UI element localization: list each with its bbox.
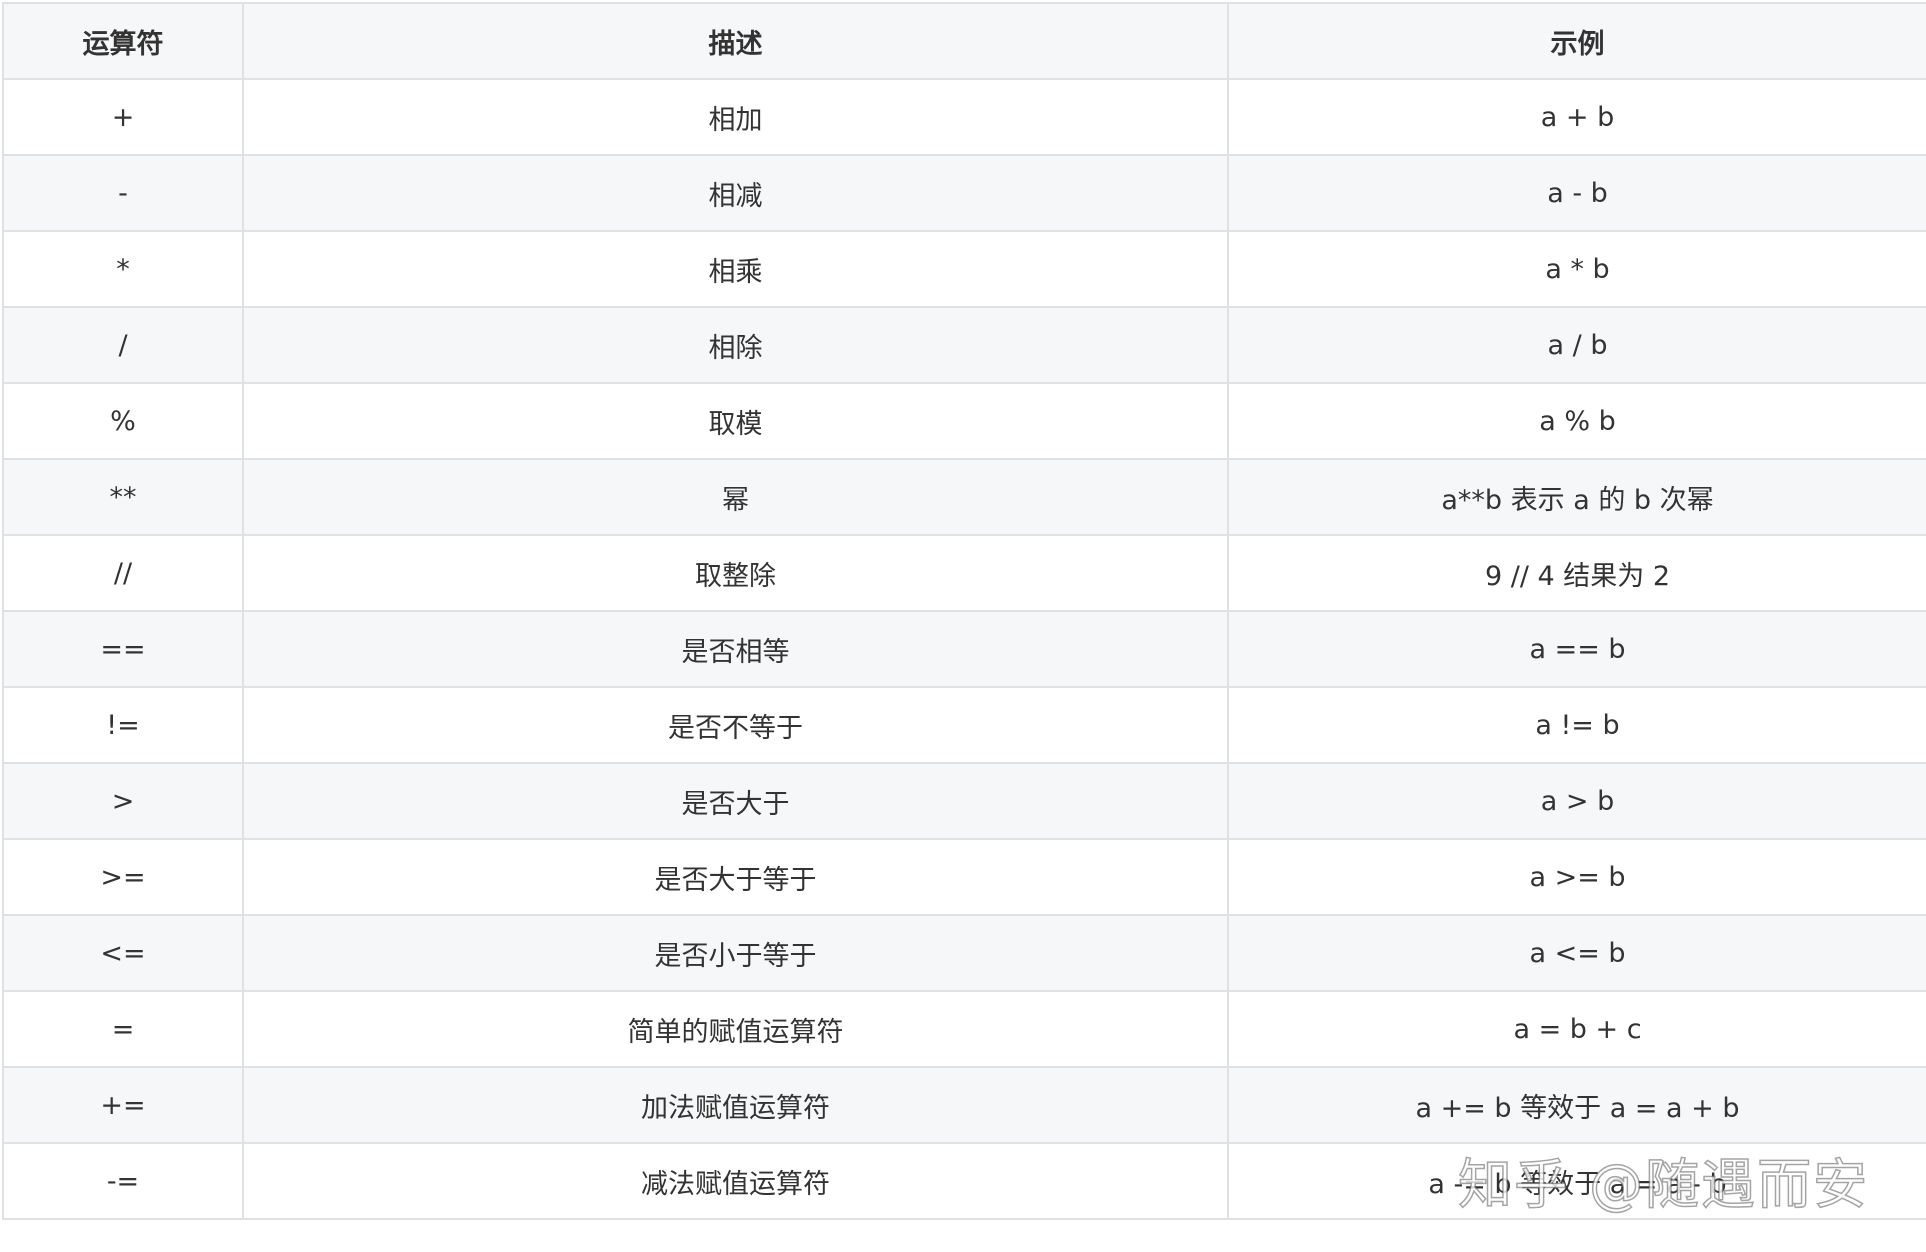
table-row: ** 幂 a**b 表示 a 的 b 次幂 xyxy=(2,458,1926,536)
operator-cell: != xyxy=(2,686,244,764)
example-cell: a > b xyxy=(1227,762,1926,840)
description-cell: 是否小于等于 xyxy=(242,914,1229,992)
header-description: 描述 xyxy=(242,2,1229,80)
description-cell: 相除 xyxy=(242,306,1229,384)
table-row: % 取模 a % b xyxy=(2,382,1926,460)
operator-cell: // xyxy=(2,534,244,612)
description-cell: 相减 xyxy=(242,154,1229,232)
table-row: = 简单的赋值运算符 a = b + c xyxy=(2,990,1926,1068)
table-row: != 是否不等于 a != b xyxy=(2,686,1926,764)
operator-cell: - xyxy=(2,154,244,232)
example-cell: a * b xyxy=(1227,230,1926,308)
operator-cell: -= xyxy=(2,1142,244,1220)
operator-cell: <= xyxy=(2,914,244,992)
operator-cell: + xyxy=(2,78,244,156)
description-cell: 是否大于等于 xyxy=(242,838,1229,916)
operator-cell: > xyxy=(2,762,244,840)
operator-cell: / xyxy=(2,306,244,384)
table-row: == 是否相等 a == b xyxy=(2,610,1926,688)
operator-cell: >= xyxy=(2,838,244,916)
description-cell: 是否相等 xyxy=(242,610,1229,688)
table-header-row: 运算符 描述 示例 xyxy=(2,2,1926,80)
table-row: - 相减 a - b xyxy=(2,154,1926,232)
header-example: 示例 xyxy=(1227,2,1926,80)
example-cell: a -= b 等效于 a = a - b xyxy=(1227,1142,1926,1220)
description-cell: 幂 xyxy=(242,458,1229,536)
example-cell: a**b 表示 a 的 b 次幂 xyxy=(1227,458,1926,536)
operator-cell: % xyxy=(2,382,244,460)
example-cell: a / b xyxy=(1227,306,1926,384)
table-row: += 加法赋值运算符 a += b 等效于 a = a + b xyxy=(2,1066,1926,1144)
description-cell: 取模 xyxy=(242,382,1229,460)
description-cell: 是否大于 xyxy=(242,762,1229,840)
table-row: * 相乘 a * b xyxy=(2,230,1926,308)
example-cell: a == b xyxy=(1227,610,1926,688)
description-cell: 相加 xyxy=(242,78,1229,156)
description-cell: 简单的赋值运算符 xyxy=(242,990,1229,1068)
description-cell: 减法赋值运算符 xyxy=(242,1142,1229,1220)
example-cell: a >= b xyxy=(1227,838,1926,916)
table-row: >= 是否大于等于 a >= b xyxy=(2,838,1926,916)
example-cell: a % b xyxy=(1227,382,1926,460)
table-row: / 相除 a / b xyxy=(2,306,1926,384)
table-row: > 是否大于 a > b xyxy=(2,762,1926,840)
example-cell: a <= b xyxy=(1227,914,1926,992)
table-row: <= 是否小于等于 a <= b xyxy=(2,914,1926,992)
example-cell: 9 // 4 结果为 2 xyxy=(1227,534,1926,612)
example-cell: a + b xyxy=(1227,78,1926,156)
header-operator: 运算符 xyxy=(2,2,244,80)
example-cell: a += b 等效于 a = a + b xyxy=(1227,1066,1926,1144)
table-row: + 相加 a + b xyxy=(2,78,1926,156)
operator-table: 运算符 描述 示例 + 相加 a + b - 相减 a - b * 相乘 a * b / 相除 a /… xyxy=(2,2,1926,1220)
description-cell: 加法赋值运算符 xyxy=(242,1066,1229,1144)
example-cell: a != b xyxy=(1227,686,1926,764)
table-row: -= 减法赋值运算符 a -= b 等效于 a = a - b xyxy=(2,1142,1926,1220)
description-cell: 相乘 xyxy=(242,230,1229,308)
description-cell: 取整除 xyxy=(242,534,1229,612)
operator-table-container: 运算符 描述 示例 + 相加 a + b - 相减 a - b * 相乘 a * b / 相除 a /… xyxy=(2,2,1926,1220)
operator-cell: == xyxy=(2,610,244,688)
operator-cell: += xyxy=(2,1066,244,1144)
operator-cell: = xyxy=(2,990,244,1068)
table-row: //取整除 9 // 4 结果为 2 xyxy=(2,534,1926,612)
operator-cell: * xyxy=(2,230,244,308)
example-cell: a - b xyxy=(1227,154,1926,232)
description-cell: 是否不等于 xyxy=(242,686,1229,764)
table-body: + 相加 a + b - 相减 a - b * 相乘 a * b / 相除 a / b% 取模 a % b… xyxy=(2,78,1926,1220)
operator-cell: ** xyxy=(2,458,244,536)
example-cell: a = b + c xyxy=(1227,990,1926,1068)
